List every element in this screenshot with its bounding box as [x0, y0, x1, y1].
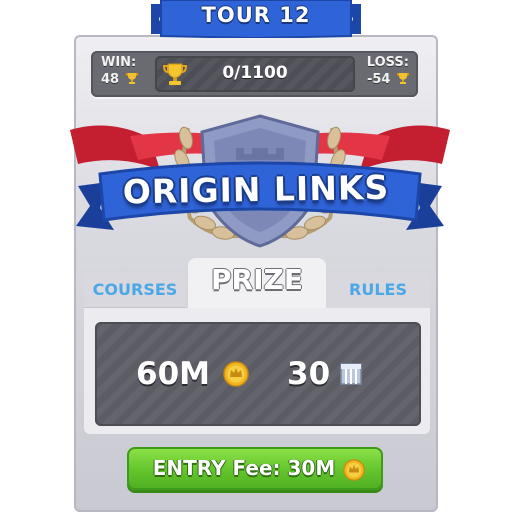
trophy-icon	[125, 73, 138, 84]
tab-prize[interactable]: PRIZE	[188, 258, 326, 312]
win-value-row: 48	[101, 71, 138, 88]
prize-gems-value: 30	[287, 356, 331, 392]
stats-bar: WIN: 48 0/1100 LOSS: -54	[91, 51, 418, 97]
loss-value-row: -54	[367, 71, 409, 88]
tab-rules[interactable]: RULES	[326, 272, 430, 308]
win-stat: WIN: 48	[101, 54, 138, 88]
coin-icon	[223, 361, 249, 387]
tour-label: TOUR 12	[201, 3, 311, 27]
gem-icon	[340, 363, 362, 385]
tour-banner: TOUR 12	[151, 0, 361, 38]
loss-label: LOSS:	[366, 55, 409, 70]
tab-courses[interactable]: COURSES	[84, 272, 186, 308]
event-title: ORIGIN LINKS	[122, 167, 390, 212]
progress-text: 0/1100	[222, 63, 288, 83]
prize-coins-value: 60M	[136, 356, 210, 392]
trophy-icon	[397, 73, 409, 84]
entry-fee-button[interactable]: ENTRY Fee: 30M	[127, 447, 383, 490]
loss-stat: LOSS: -54	[367, 54, 409, 88]
win-label: WIN:	[101, 55, 137, 70]
win-value: 48	[101, 72, 120, 87]
loss-value: -54	[366, 72, 391, 87]
coin-icon	[343, 459, 365, 481]
trophy-progress: 0/1100	[155, 56, 355, 92]
entry-fee-label: ENTRY Fee: 30M	[152, 456, 336, 480]
